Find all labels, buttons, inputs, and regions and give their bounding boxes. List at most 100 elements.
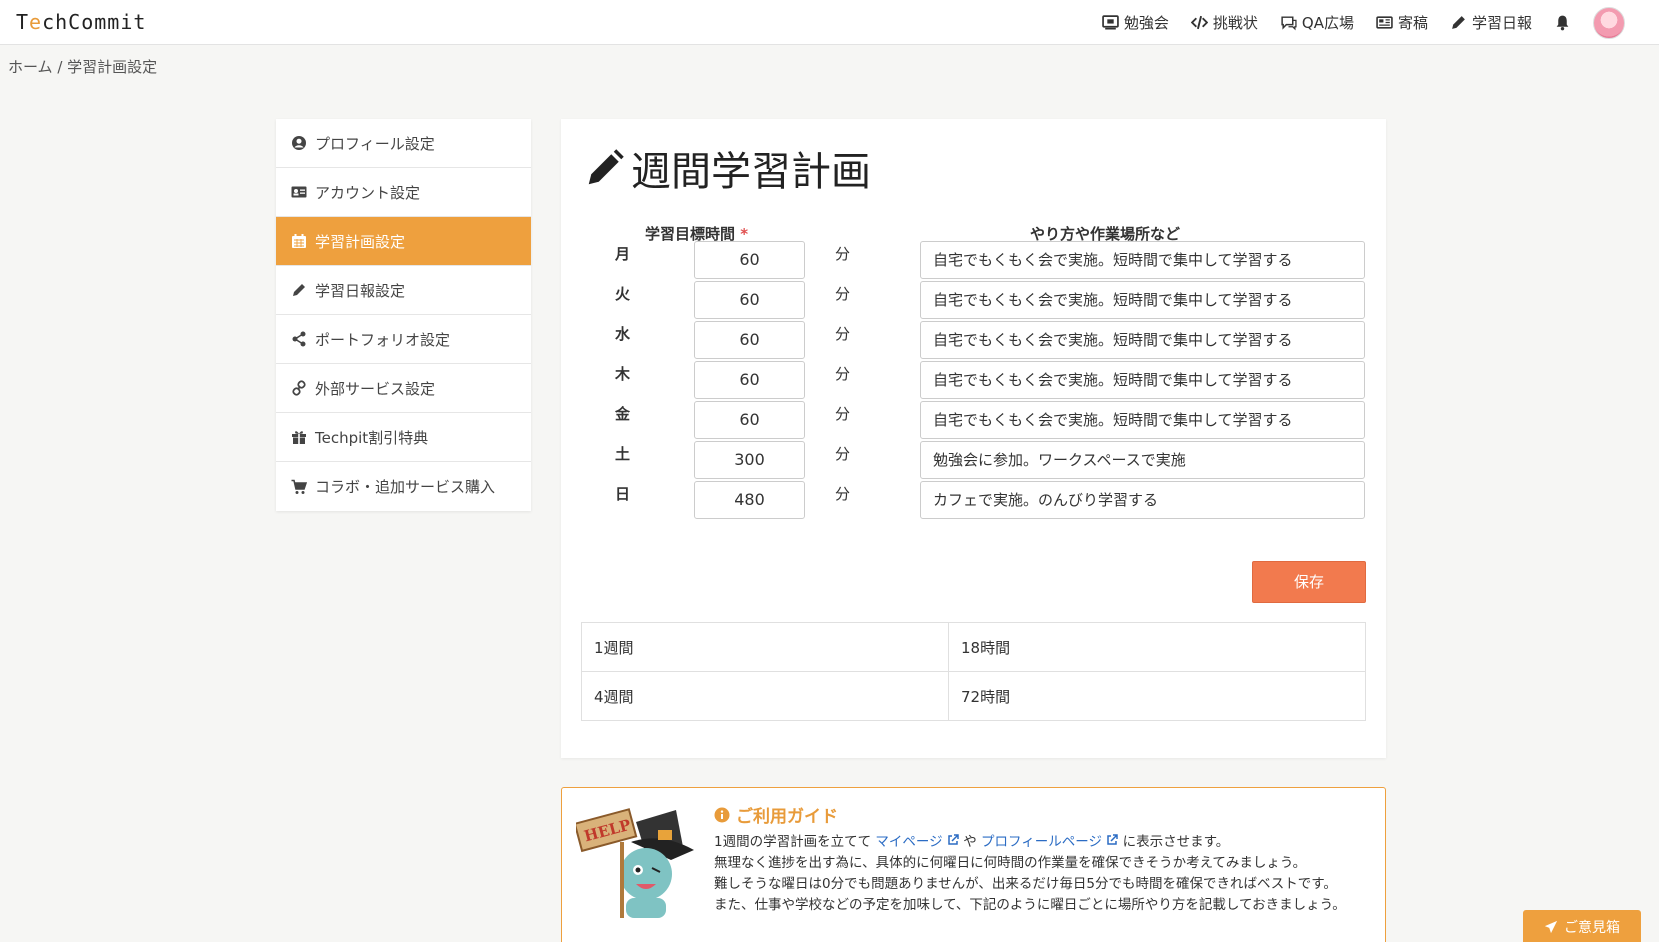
sidebar-item-portfolio[interactable]: ポートフォリオ設定 xyxy=(276,315,531,364)
sidebar-item-label: Techpit割引特典 xyxy=(315,428,429,447)
nav-label: QA広場 xyxy=(1301,14,1354,32)
id-card-icon xyxy=(291,186,307,198)
sidebar-item-daily-report[interactable]: 学習日報設定 xyxy=(276,266,531,315)
guide-line: 1週間の学習計画を立てて マイページ や プロフィールページ に表示させます。 xyxy=(714,832,1374,853)
method-input[interactable]: 勉強会に参加。ワークスペースで実施 xyxy=(920,441,1365,479)
nav-label: 学習日報 xyxy=(1471,14,1532,32)
settings-sidebar: プロフィール設定 アカウント設定 学習計画設定 学習日報設定 ポートフォリオ設定… xyxy=(276,119,531,511)
sidebar-item-label: コラボ・追加サービス購入 xyxy=(315,478,496,496)
day-label: 月 xyxy=(615,245,631,263)
nav-contribution[interactable]: 寄稿 xyxy=(1376,12,1428,33)
summary-total: 18時間 xyxy=(948,622,1366,672)
summary-table: 1週間 18時間 4週間 72時間 xyxy=(581,622,1366,721)
external-link-icon xyxy=(948,834,959,845)
summary-period: 1週間 xyxy=(581,622,949,672)
pencil-icon xyxy=(1452,16,1465,29)
sidebar-item-label: ポートフォリオ設定 xyxy=(315,330,451,349)
plan-row: 火 60 分 自宅でもくもく会で実施。短時間で集中して学習する xyxy=(561,281,1386,319)
plan-row: 月 60 分 自宅でもくもく会で実施。短時間で集中して学習する xyxy=(561,241,1386,279)
nav-qa[interactable]: QA広場 xyxy=(1280,12,1354,33)
guide-line: また、仕事や学校などの予定を加味して、下記のように曜日ごとに場所やり方を記載して… xyxy=(714,897,1346,913)
logo-text: TechCommit xyxy=(16,10,147,34)
gift-icon xyxy=(292,431,306,444)
sidebar-item-label: 学習計画設定 xyxy=(315,232,406,251)
sidebar-item-account[interactable]: アカウント設定 xyxy=(276,168,531,217)
method-input[interactable]: カフェで実施。のんびり学習する xyxy=(920,481,1365,519)
pencil-icon xyxy=(293,284,305,296)
pencil-icon xyxy=(588,149,624,185)
weekly-plan-card: 週間学習計画 学習目標時間 * やり方や作業場所など 月 60 分自宅でもくもく会で… xyxy=(561,119,1386,758)
summary-total: 72時間 xyxy=(948,671,1366,721)
profile-page-link[interactable]: プロフィールページ xyxy=(981,834,1102,850)
table-row: 1週間 18時間 xyxy=(581,622,1366,672)
logo[interactable]: TechCommit xyxy=(16,10,146,34)
plan-row: 日 480 分 カフェで実施。のんびり学習する xyxy=(561,481,1386,519)
help-mascot-icon: HELP xyxy=(576,808,694,918)
day-label: 金 xyxy=(615,405,631,423)
plan-row: 金 60 分 自宅でもくもく会で実施。短時間で集中して学習する xyxy=(561,401,1386,439)
sidebar-item-collab-purchase[interactable]: コラボ・追加サービス購入 xyxy=(276,462,531,511)
day-label: 水 xyxy=(615,325,631,343)
sidebar-item-profile[interactable]: プロフィール設定 xyxy=(276,119,531,168)
guide-text: 1週間の学習計画を立てて xyxy=(714,834,876,850)
sidebar-item-study-plan[interactable]: 学習計画設定 xyxy=(276,217,531,266)
main-nav: 勉強会 挑戦状 QA広場 寄稿 学習日報 xyxy=(1102,0,1625,45)
monitor-icon xyxy=(1102,15,1119,30)
summary-period: 4週間 xyxy=(581,671,949,721)
info-icon xyxy=(714,807,730,822)
minutes-input[interactable]: 60 xyxy=(694,321,805,359)
guide-text: に表示させます。 xyxy=(1122,834,1230,850)
plan-row: 木 60 分 自宅でもくもく会で実施。短時間で集中して学習する xyxy=(561,361,1386,399)
plan-row: 土 300 分 勉強会に参加。ワークスペースで実施 xyxy=(561,441,1386,479)
minutes-input[interactable]: 60 xyxy=(694,401,805,439)
feedback-button[interactable]: ご意見箱 xyxy=(1523,910,1641,942)
nav-challenge[interactable]: 挑戦状 xyxy=(1190,12,1258,33)
day-label: 土 xyxy=(615,445,631,463)
method-input[interactable]: 自宅でもくもく会で実施。短時間で集中して学習する xyxy=(920,401,1365,439)
nav-label: 挑戦状 xyxy=(1212,14,1258,32)
guide-title: ご利用ガイド xyxy=(714,802,838,827)
mypage-link[interactable]: マイページ xyxy=(875,834,942,850)
sidebar-item-external-services[interactable]: 外部サービス設定 xyxy=(276,364,531,413)
method-input[interactable]: 自宅でもくもく会で実施。短時間で集中して学習する xyxy=(920,321,1365,359)
page-title-text: 週間学習計画 xyxy=(631,149,871,195)
minutes-input[interactable]: 300 xyxy=(694,441,805,479)
plan-row: 水 60 分 自宅でもくもく会で実施。短時間で集中して学習する xyxy=(561,321,1386,359)
breadcrumb: ホーム / 学習計画設定 xyxy=(8,58,158,76)
day-label: 火 xyxy=(615,285,631,303)
method-input[interactable]: 自宅でもくもく会で実施。短時間で集中して学習する xyxy=(920,241,1365,279)
unit-label: 分 xyxy=(835,365,851,383)
minutes-input[interactable]: 60 xyxy=(694,241,805,279)
feedback-label: ご意見箱 xyxy=(1564,920,1620,936)
sidebar-item-label: アカウント設定 xyxy=(315,183,421,202)
top-navbar: TechCommit 勉強会 挑戦状 QA広場 寄稿 学習日報 xyxy=(0,0,1659,45)
notification-button[interactable] xyxy=(1554,14,1571,31)
guide-line: 無理なく進捗を出す為に、具体的に何曜日に何時間の作業量を確保できそうか考えてみま… xyxy=(714,855,1307,871)
share-icon xyxy=(292,331,306,347)
user-circle-icon xyxy=(292,136,306,150)
paper-plane-icon xyxy=(1544,920,1558,934)
nav-study-session[interactable]: 勉強会 xyxy=(1102,12,1169,33)
code-icon xyxy=(1190,15,1208,30)
day-label: 日 xyxy=(615,485,631,503)
avatar[interactable] xyxy=(1593,6,1625,39)
unit-label: 分 xyxy=(835,405,851,423)
page-title: 週間学習計画 xyxy=(585,139,871,197)
unit-label: 分 xyxy=(835,485,851,503)
calendar-icon xyxy=(292,234,306,248)
table-row: 4週間 72時間 xyxy=(581,671,1366,721)
unit-label: 分 xyxy=(835,285,851,303)
minutes-input[interactable]: 480 xyxy=(694,481,805,519)
method-input[interactable]: 自宅でもくもく会で実施。短時間で集中して学習する xyxy=(920,281,1365,319)
guide-line: 難しそうな曜日は0分でも問題ありませんが、出来るだけ毎日5分でも時間を確保できれ… xyxy=(714,876,1337,892)
day-label: 木 xyxy=(615,365,631,383)
unit-label: 分 xyxy=(835,245,851,263)
minutes-input[interactable]: 60 xyxy=(694,281,805,319)
usage-guide: HELP ご利用ガイド 1週間の学習計画を立てて マイページ や プロフィールペ… xyxy=(561,787,1386,942)
method-input[interactable]: 自宅でもくもく会で実施。短時間で集中して学習する xyxy=(920,361,1365,399)
minutes-input[interactable]: 60 xyxy=(694,361,805,399)
bell-icon xyxy=(1556,15,1569,31)
sidebar-item-techpit-discount[interactable]: Techpit割引特典 xyxy=(276,413,531,462)
save-button[interactable]: 保存 xyxy=(1252,561,1366,603)
nav-daily-report[interactable]: 学習日報 xyxy=(1450,12,1532,33)
